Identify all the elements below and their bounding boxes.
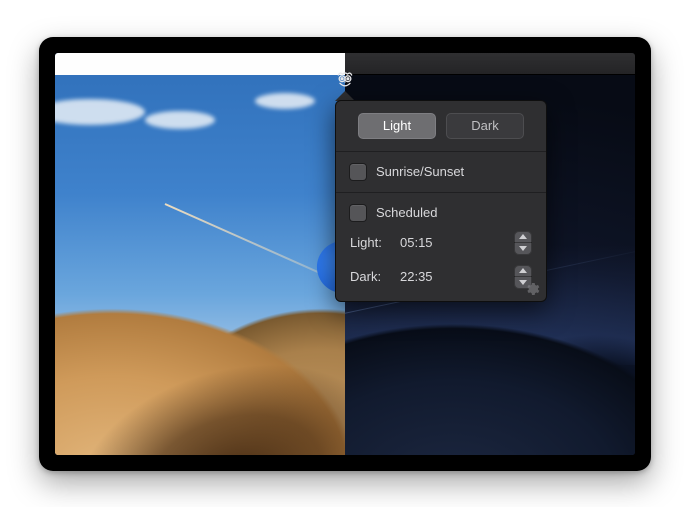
menubar-light — [55, 53, 345, 75]
screen: Light Dark Sunrise/Sunset Scheduled Ligh… — [55, 53, 635, 455]
light-time-row: Light: 05:15 — [350, 231, 532, 255]
dark-time-value[interactable]: 22:35 — [400, 269, 448, 284]
dark-time-row: Dark: 22:35 — [350, 265, 532, 289]
appearance-segmented-control: Light Dark — [350, 113, 532, 139]
owl-menubar-icon[interactable] — [334, 69, 356, 91]
scheduled-label: Scheduled — [376, 205, 437, 220]
stepper-down-icon[interactable] — [514, 243, 532, 255]
light-time-value[interactable]: 05:15 — [400, 235, 448, 250]
scheduled-section: Scheduled Light: 05:15 Dark: 22:35 — [336, 193, 546, 301]
gear-icon[interactable] — [524, 281, 540, 297]
segment-light-button[interactable]: Light — [358, 113, 436, 139]
scheduled-checkbox[interactable] — [350, 205, 366, 221]
desktop-light-half — [55, 53, 345, 455]
stepper-up-icon[interactable] — [514, 231, 532, 244]
stepper-up-icon[interactable] — [514, 265, 532, 278]
segment-dark-button[interactable]: Dark — [446, 113, 524, 139]
menubar-dark — [345, 53, 635, 75]
popover: Light Dark Sunrise/Sunset Scheduled Ligh… — [335, 100, 547, 302]
sunrise-sunset-label: Sunrise/Sunset — [376, 164, 464, 179]
light-time-label: Light: — [350, 235, 392, 250]
device-frame: Light Dark Sunrise/Sunset Scheduled Ligh… — [39, 37, 651, 471]
appearance-segment-section: Light Dark — [336, 101, 546, 152]
sunrise-sunset-checkbox[interactable] — [350, 164, 366, 180]
dark-time-label: Dark: — [350, 269, 392, 284]
light-time-stepper[interactable] — [514, 231, 532, 255]
sunrise-sunset-section: Sunrise/Sunset — [336, 152, 546, 193]
